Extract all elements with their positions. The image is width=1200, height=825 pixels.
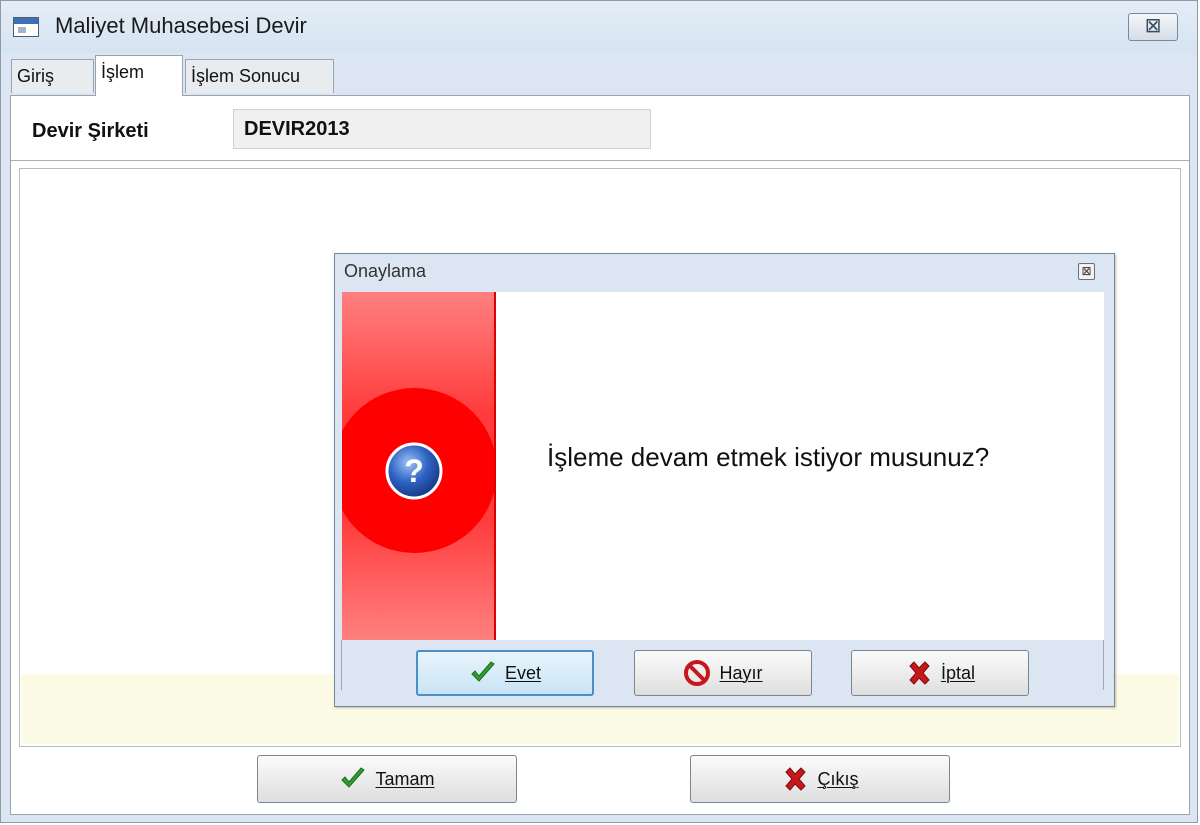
cancel-button[interactable]: İptal: [851, 650, 1029, 696]
stop-icon: [684, 660, 711, 686]
title-bar[interactable]: Maliyet Muhasebesi Devir ⊠: [1, 1, 1197, 53]
app-icon: [13, 17, 39, 37]
check-icon: [471, 661, 495, 682]
svg-text:?: ?: [404, 453, 424, 489]
button-bar-right-edge: [1103, 640, 1104, 690]
x-icon: [909, 661, 930, 685]
window-title: Maliyet Muhasebesi Devir: [55, 13, 307, 38]
confirm-dialog: Onaylama ⊠ ? İşleme devam etmek istiyor …: [334, 253, 1115, 707]
dialog-button-bar: Evet Hayır İptal: [335, 640, 1114, 700]
ok-button[interactable]: Tamam: [257, 755, 517, 803]
question-icon: ?: [385, 442, 443, 500]
yes-button[interactable]: Evet: [416, 650, 594, 696]
tab-islem[interactable]: İşlem: [95, 55, 183, 96]
dialog-close-button[interactable]: ⊠: [1078, 263, 1095, 280]
tab-islem-sonucu[interactable]: İşlem Sonucu: [185, 59, 334, 93]
yes-button-label: Evet: [504, 662, 542, 683]
tab-giris[interactable]: Giriş: [11, 59, 94, 93]
exit-button[interactable]: Çıkış: [690, 755, 950, 803]
company-label: Devir Şirketi: [32, 120, 149, 142]
x-icon: [785, 767, 807, 791]
dialog-body: ? İşleme devam etmek istiyor musunuz?: [342, 292, 1104, 640]
company-field[interactable]: DEVIR2013: [233, 109, 651, 149]
dialog-title: Onaylama: [344, 261, 427, 281]
window-close-button[interactable]: ⊠: [1128, 13, 1178, 41]
no-button[interactable]: Hayır: [634, 650, 812, 696]
cancel-button-label: İptal: [940, 662, 976, 683]
dialog-side-panel: ?: [342, 292, 496, 640]
exit-button-label: Çıkış: [817, 768, 859, 789]
no-button-label: Hayır: [719, 662, 763, 683]
check-icon: [341, 767, 366, 788]
company-row: Devir Şirketi DEVIR2013: [11, 96, 1189, 161]
ok-button-label: Tamam: [375, 768, 435, 789]
dialog-message: İşleme devam etmek istiyor musunuz?: [547, 442, 990, 472]
button-bar-left-edge: [341, 640, 342, 690]
